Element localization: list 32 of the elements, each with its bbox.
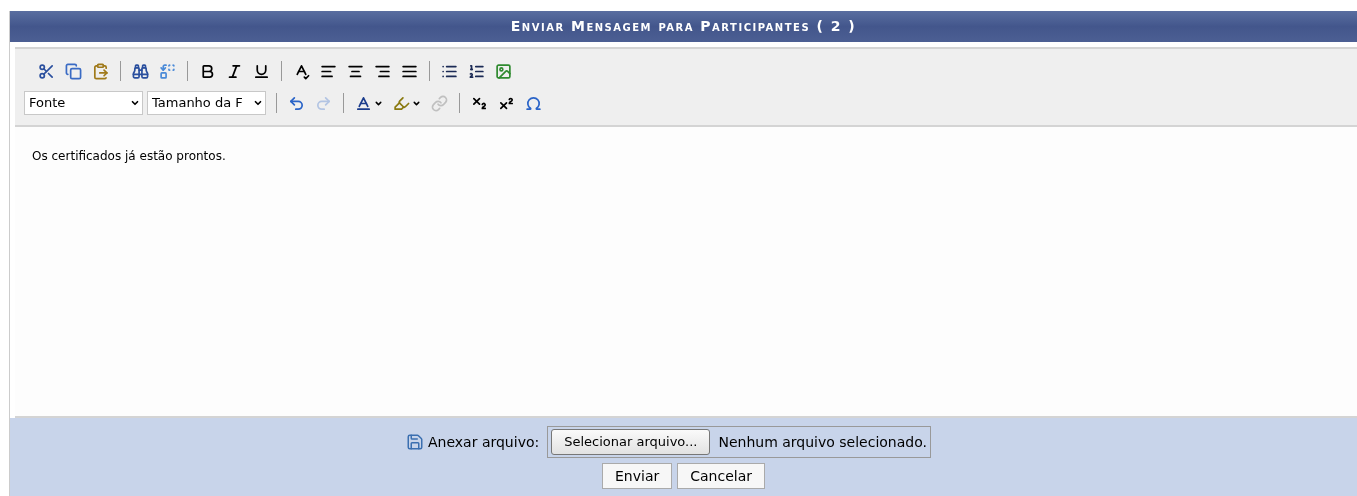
file-input[interactable]: Selecionar arquivo... Nenhum arquivo selecionado. [547,426,931,458]
scissors-icon [38,62,55,80]
underline-icon [253,62,270,80]
choose-file-button[interactable]: Selecionar arquivo... [551,429,711,455]
numbered-list-icon [468,62,485,80]
action-button[interactable]: Enviar [602,463,673,489]
link-icon [431,94,448,112]
action-button[interactable]: Cancelar [677,463,765,489]
copy-icon [65,62,82,80]
file-status: Nenhum arquivo selecionado. [718,432,927,452]
caret-icon [253,98,263,108]
image-icon [495,62,512,80]
dropdown[interactable]: Tamanho da F [147,91,266,115]
text-color-icon [355,94,372,112]
caret-icon [130,98,140,108]
spellcheck-icon [293,62,310,80]
dropdown-value: Fonte [28,94,67,113]
attachment-label: Anexar arquivo: [428,432,540,452]
window-title: Enviar Mensagem para Participantes ( 2 ) [510,17,857,36]
highlighter-icon [393,94,410,112]
redo-icon [315,94,332,112]
dropdown[interactable]: Fonte [24,91,143,115]
dropdown-value: Tamanho da F [151,94,244,113]
replace-icon [159,62,176,80]
binoculars-icon [132,62,149,80]
omega-icon [525,94,542,112]
undo-icon [288,94,305,112]
attachment-icon [406,433,424,451]
message-text: Os certificados já estão prontos. [32,148,227,165]
paste-icon [92,62,109,80]
bold-icon [199,62,216,80]
italic-icon [226,62,243,80]
